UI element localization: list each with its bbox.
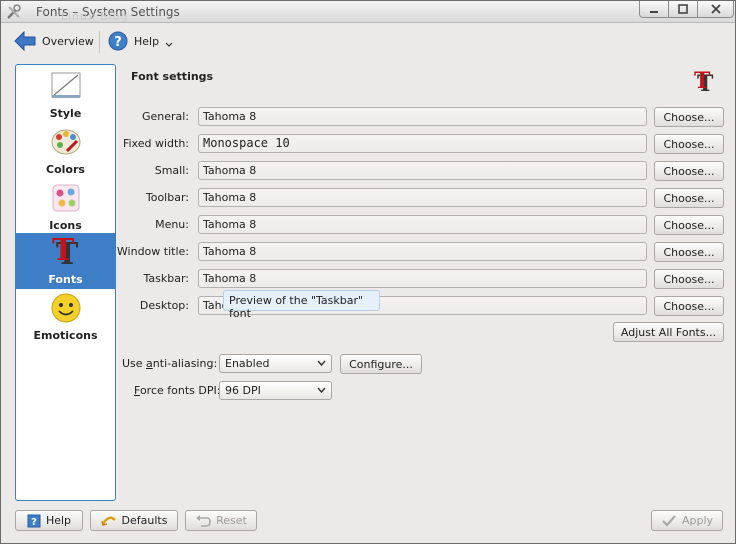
watermark: Linux Blog xyxy=(61,10,129,23)
maximize-button[interactable] xyxy=(668,1,698,18)
icons-icon xyxy=(52,184,79,212)
window-title-label: Window title: xyxy=(116,245,189,258)
adjust-all-fonts-button[interactable]: Adjust All Fonts... xyxy=(613,322,724,342)
sidebar-label-emoticons: Emoticons xyxy=(33,329,98,342)
defaults-button[interactable]: Defaults xyxy=(90,510,178,531)
dpi-label: Force fonts DPI: xyxy=(134,384,221,397)
maximize-icon xyxy=(678,4,688,14)
general-label: General: xyxy=(141,110,189,123)
overview-button[interactable]: Overview xyxy=(14,30,94,52)
desktop-label: Desktop: xyxy=(139,299,189,312)
system-settings-window: Fonts – System Settings Linux Blog Overv… xyxy=(0,0,736,544)
toolbar-label: Toolbar: xyxy=(145,191,189,204)
colors-icon xyxy=(51,129,80,155)
window-title-font-field: Tahoma 8 xyxy=(198,242,647,261)
dpi-select[interactable]: 96 DPI xyxy=(219,381,332,400)
fonts-icon: T T xyxy=(694,69,714,93)
fonts-icon: T T xyxy=(52,235,79,269)
minimize-button[interactable] xyxy=(639,1,669,18)
title-bar[interactable]: Fonts – System Settings Linux Blog xyxy=(1,1,735,23)
general-font-field: Tahoma 8 xyxy=(198,107,647,126)
window-title-choose-button[interactable]: Choose... xyxy=(654,242,724,262)
desktop-choose-button[interactable]: Choose... xyxy=(654,296,724,316)
svg-text:?: ? xyxy=(31,517,37,528)
taskbar-font-field: Tahoma 8 xyxy=(198,269,647,288)
sidebar-item-emoticons[interactable]: Emoticons xyxy=(16,289,115,345)
help-icon: ? xyxy=(27,514,41,528)
close-icon xyxy=(710,4,721,14)
overview-label: Overview xyxy=(42,34,94,48)
help-menu-button[interactable]: ? Help xyxy=(108,30,173,52)
svg-text:T: T xyxy=(694,69,711,93)
sidebar-label-icons: Icons xyxy=(49,219,82,232)
help-icon: ? xyxy=(108,31,128,51)
configure-button[interactable]: Configure... xyxy=(340,354,422,374)
chevron-down-icon xyxy=(317,360,326,367)
taskbar-label: Taskbar: xyxy=(143,272,190,285)
menu-label: Menu: xyxy=(155,218,189,231)
toolbar-separator xyxy=(99,31,100,53)
toolbar-choose-button[interactable]: Choose... xyxy=(654,188,724,208)
svg-text:T: T xyxy=(52,235,75,268)
antialiasing-value: Enabled xyxy=(225,357,270,370)
toolbar: Overview ? Help xyxy=(1,23,735,59)
fixed-width-choose-button[interactable]: Choose... xyxy=(654,134,724,154)
apply-label: Apply xyxy=(681,514,714,527)
close-button[interactable] xyxy=(697,1,734,18)
small-choose-button[interactable]: Choose... xyxy=(654,161,724,181)
chevron-down-icon xyxy=(165,42,173,47)
undo-icon xyxy=(196,514,211,527)
footer-help-label: Help xyxy=(45,514,72,527)
general-choose-button[interactable]: Choose... xyxy=(654,107,724,127)
antialiasing-select[interactable]: Enabled xyxy=(219,354,332,373)
font-preview-tooltip: Preview of the "Taskbar" font xyxy=(223,290,380,320)
reset-label: Reset xyxy=(216,514,247,527)
help-label: Help xyxy=(134,34,160,48)
sidebar-label-fonts: Fonts xyxy=(48,273,83,286)
apply-button[interactable]: Apply xyxy=(651,510,723,531)
defaults-icon xyxy=(100,516,116,526)
dpi-value: 96 DPI xyxy=(225,384,261,397)
chevron-down-icon xyxy=(317,387,326,394)
taskbar-choose-button[interactable]: Choose... xyxy=(654,269,724,289)
page-title: Font settings xyxy=(131,70,214,83)
style-icon xyxy=(51,72,80,98)
sidebar-label-colors: Colors xyxy=(46,163,85,176)
footer-help-button[interactable]: ? Help xyxy=(15,510,83,531)
small-label: Small: xyxy=(154,164,189,177)
emoticons-icon xyxy=(51,293,80,323)
reset-button[interactable]: Reset xyxy=(185,510,257,531)
antialiasing-label: Use anti-aliasing: xyxy=(122,357,218,370)
menu-font-field: Tahoma 8 xyxy=(198,215,647,234)
minimize-icon xyxy=(650,11,658,13)
defaults-label: Defaults xyxy=(121,514,168,527)
fixed-width-label: Fixed width: xyxy=(122,137,189,150)
menu-choose-button[interactable]: Choose... xyxy=(654,215,724,235)
small-font-field: Tahoma 8 xyxy=(198,161,647,180)
svg-text:?: ? xyxy=(114,35,122,50)
sidebar-label-style: Style xyxy=(49,107,82,120)
toolbar-font-field: Tahoma 8 xyxy=(198,188,647,207)
checkmark-icon xyxy=(662,514,676,527)
tools-icon[interactable] xyxy=(6,4,22,20)
fixed-width-font-field: Monospace 10 xyxy=(198,134,647,153)
back-arrow-icon xyxy=(14,31,36,51)
